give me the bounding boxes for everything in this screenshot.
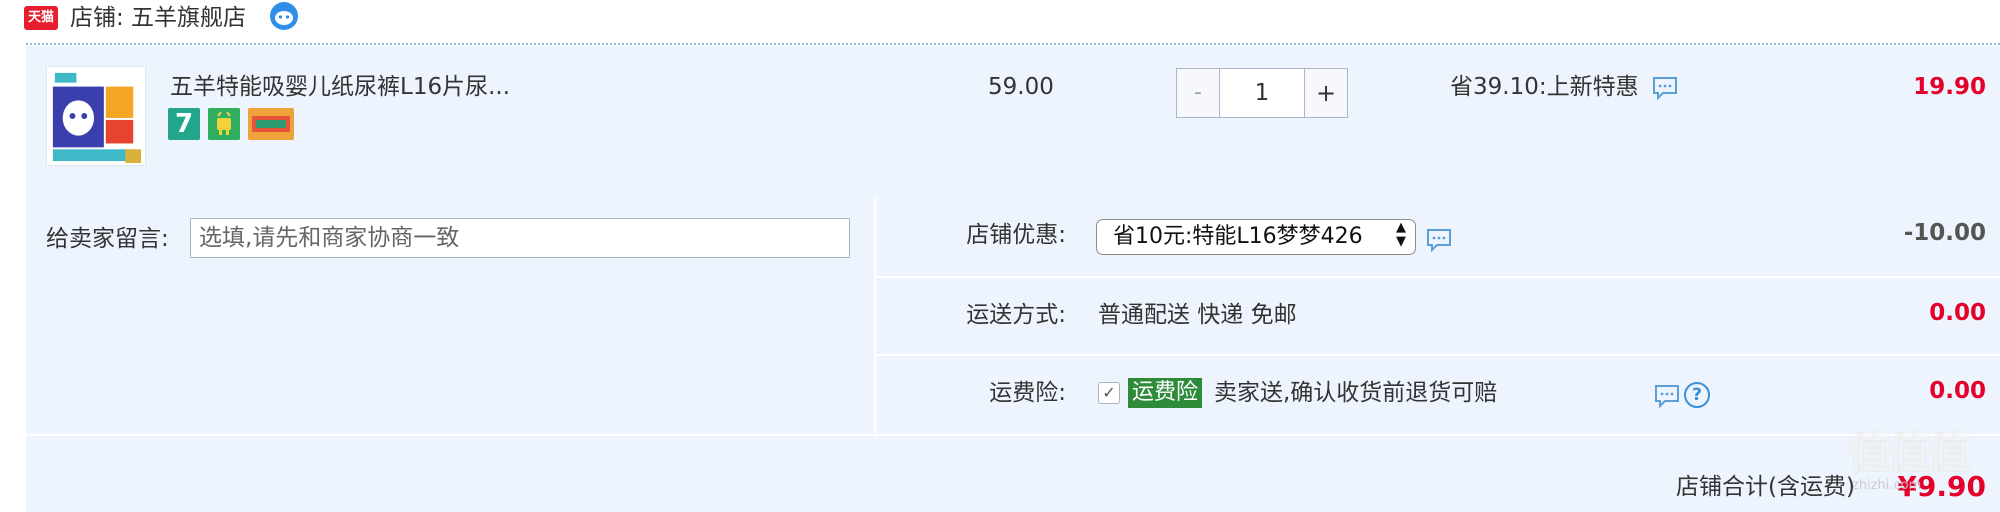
insurance-badge: 运费险 — [1128, 378, 1203, 408]
coupon-label: 店铺优惠: — [966, 222, 1066, 248]
credit-card-icon[interactable] — [248, 108, 294, 140]
quantity-input[interactable]: 1 — [1219, 69, 1305, 117]
watermark-logo: 值值值 — [1848, 429, 1970, 478]
insurance-fee: 0.00 — [1929, 378, 1986, 404]
decrease-quantity-button[interactable]: - — [1177, 69, 1219, 117]
seven-day-return-tag[interactable]: 7 — [168, 108, 200, 140]
promotion-text: 省39.10:上新特惠 — [1450, 74, 1639, 100]
help-icon[interactable]: ? — [1684, 382, 1710, 408]
comment-icon[interactable] — [1652, 76, 1678, 100]
unit-price: 59.00 — [988, 74, 1054, 100]
insurance-checkbox[interactable]: ✓ — [1098, 382, 1120, 404]
comment-icon[interactable] — [1654, 384, 1680, 408]
product-row — [26, 46, 2000, 198]
memo-label: 给卖家留言: — [46, 226, 169, 252]
android-icon[interactable] — [208, 108, 240, 140]
shipping-fee: 0.00 — [1929, 300, 1986, 326]
wangwang-chat-icon[interactable] — [268, 0, 300, 32]
insurance-description: 卖家送,确认收货前退货可赔 — [1214, 380, 1498, 406]
shipping-method: 普通配送 快递 免邮 — [1098, 302, 1297, 328]
shipping-label: 运送方式: — [966, 302, 1066, 328]
tmall-logo: 天猫 — [24, 6, 58, 30]
item-subtotal: 19.90 — [1913, 74, 1986, 100]
coupon-select[interactable]: 省10元:特能L16梦梦426 — [1096, 219, 1416, 255]
chevron-up-down-icon[interactable]: ▲ ▼ — [1394, 221, 1408, 249]
watermark-url: zhizhi.com — [1852, 478, 1922, 493]
increase-quantity-button[interactable]: + — [1305, 69, 1347, 117]
store-total-label: 店铺合计(含运费) — [1676, 474, 1855, 500]
insurance-label: 运费险: — [989, 380, 1066, 406]
seller-message-input[interactable]: 选填,请先和商家协商一致 — [190, 218, 850, 258]
product-thumbnail[interactable] — [46, 66, 146, 166]
comment-icon[interactable] — [1426, 228, 1452, 252]
divider — [26, 43, 2000, 45]
coupon-discount-value: -10.00 — [1903, 220, 1986, 246]
store-name[interactable]: 店铺: 五羊旗舰店 — [70, 2, 246, 34]
product-title[interactable]: 五羊特能吸婴儿纸尿裤L16片尿... — [170, 70, 510, 104]
store-header — [0, 0, 2000, 42]
